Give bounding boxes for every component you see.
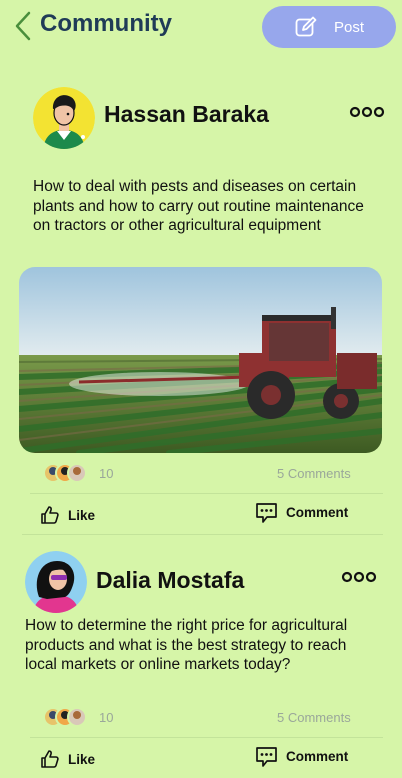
post-text: How to deal with pests and diseases on c… <box>33 178 364 234</box>
comment-icon <box>256 503 277 523</box>
divider <box>22 534 383 535</box>
post-stats: 10 5 Comments <box>43 462 363 486</box>
liker-avatars-icon <box>43 707 87 727</box>
comment-button-label: Comment <box>286 749 349 764</box>
avatar-man-icon <box>33 87 95 149</box>
comment-icon <box>256 747 277 767</box>
thumbs-up-icon <box>41 506 59 524</box>
post-stats: 10 5 Comments <box>43 706 363 730</box>
comment-button[interactable]: Comment <box>255 501 348 524</box>
more-options-icon[interactable] <box>341 571 377 583</box>
thumbs-up-icon <box>41 750 59 768</box>
post-image-tractor[interactable] <box>19 267 382 453</box>
comment-button-label: Comment <box>286 505 349 520</box>
tractor-field-image <box>19 267 382 453</box>
post-button[interactable]: Post <box>262 6 396 48</box>
divider <box>30 737 383 738</box>
comments-count[interactable]: 5 Comments <box>277 466 351 481</box>
like-button-label: Like <box>68 751 96 767</box>
divider <box>30 493 383 494</box>
like-button[interactable]: Like <box>40 749 95 769</box>
comments-count[interactable]: 5 Comments <box>277 710 351 725</box>
top-bar: Community Post <box>0 0 402 56</box>
post-author-name[interactable]: Dalia Mostafa <box>96 567 244 594</box>
edit-icon <box>295 16 317 37</box>
more-options-icon[interactable] <box>349 106 385 118</box>
page-title: Community <box>40 10 172 37</box>
liker-avatars-icon <box>43 463 87 483</box>
like-count: 10 <box>99 466 114 481</box>
post-button-label: Post <box>334 18 365 36</box>
post-text: How to determine the right price for agr… <box>25 617 348 673</box>
like-count: 10 <box>99 710 114 725</box>
post-author-name[interactable]: Hassan Baraka <box>104 101 269 128</box>
chevron-left-icon[interactable] <box>12 10 34 42</box>
avatar-woman-icon <box>25 551 87 613</box>
avatar[interactable] <box>25 551 87 613</box>
comment-button[interactable]: Comment <box>255 745 348 768</box>
avatar[interactable] <box>33 87 95 149</box>
like-button[interactable]: Like <box>40 505 95 525</box>
like-button-label: Like <box>68 507 96 523</box>
